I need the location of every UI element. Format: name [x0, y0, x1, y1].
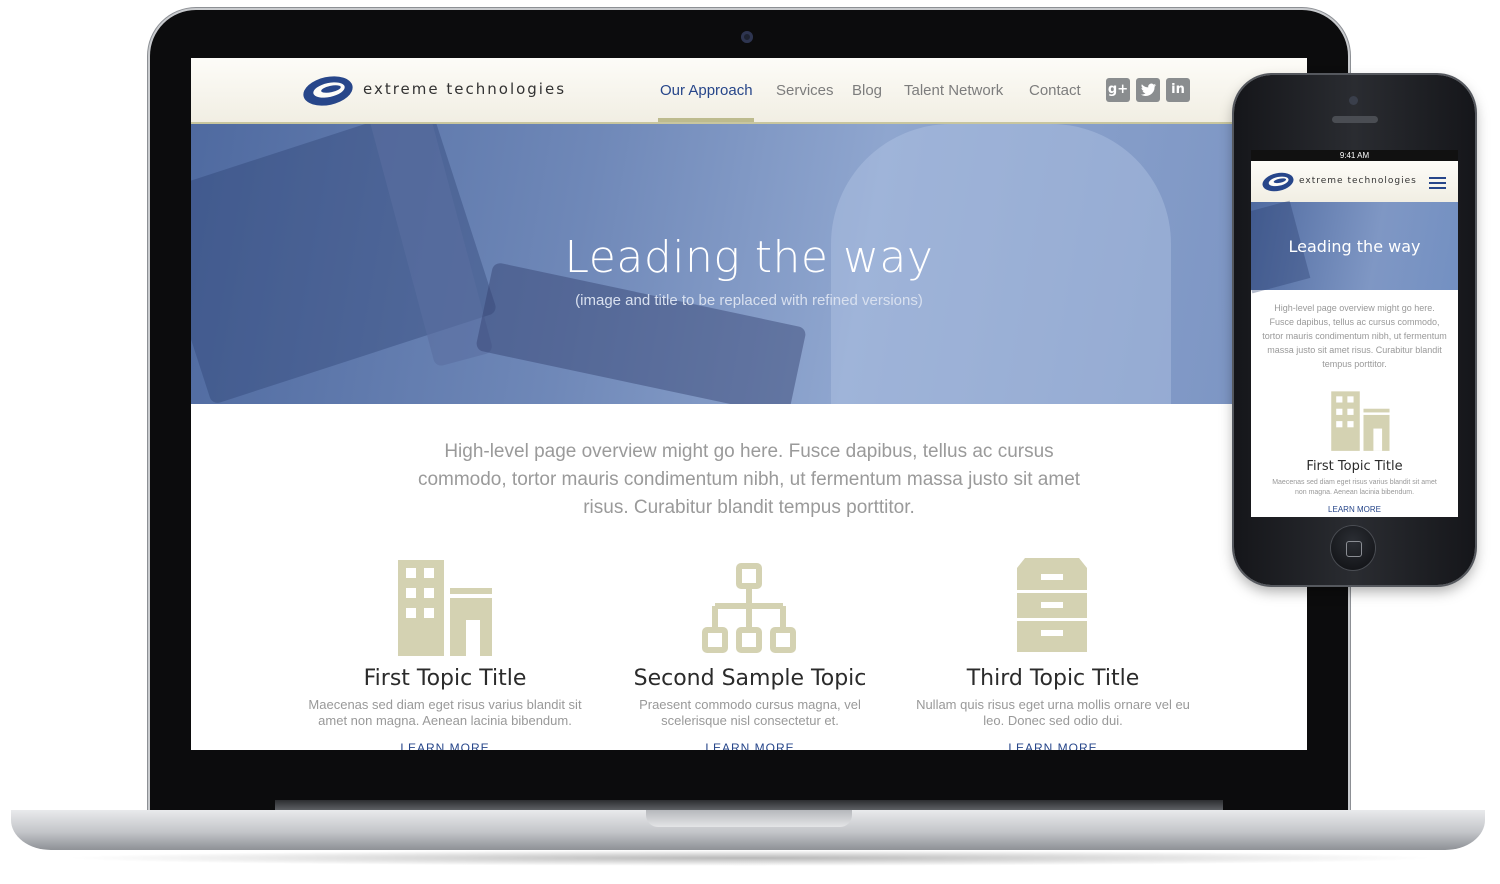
mobile-topic-text: Maecenas sed diam eget risus varius blan…	[1272, 479, 1437, 496]
learn-more-link[interactable]: LEARN MORE	[610, 741, 890, 750]
building-icon	[1331, 391, 1390, 451]
hero-title: Leading the way	[564, 232, 934, 283]
hero-subtitle: (image and title to be replaced with ref…	[575, 292, 923, 309]
learn-more-link[interactable]: LEARN MORE	[913, 741, 1193, 750]
hero-banner: Leading the way (image and title to be r…	[191, 124, 1307, 404]
topic-title: Third Topic Title	[966, 666, 1140, 691]
page-overview: High-level page overview might go here. …	[417, 441, 1081, 518]
mobile-overview: High-level page overview might go here. …	[1262, 303, 1447, 369]
nav-talent-network[interactable]: Talent Network	[904, 82, 1003, 99]
org-chart-icon	[702, 563, 796, 653]
hero-keyboard-shape	[475, 261, 807, 404]
learn-more-link[interactable]: LEARN MORE	[1251, 505, 1458, 514]
laptop-screen: extreme technologies Our Approach Servic…	[191, 58, 1307, 750]
google-plus-icon[interactable]: g+	[1106, 78, 1130, 102]
nav-services[interactable]: Services	[776, 82, 834, 99]
logo-text[interactable]: extreme technologies	[363, 80, 566, 98]
nav-our-approach[interactable]: Our Approach	[660, 82, 753, 99]
topic-card-2: Second Sample Topic Praesent commodo cur…	[610, 666, 890, 750]
topic-text: Praesent commodo cursus magna, vel scele…	[639, 697, 861, 728]
home-square-icon	[1346, 541, 1362, 557]
nav-active-indicator	[658, 118, 754, 122]
mobile-topic-title: First Topic Title	[1306, 459, 1403, 474]
site-header: extreme technologies Our Approach Servic…	[191, 58, 1307, 124]
logo-text[interactable]: extreme technologies	[1299, 176, 1417, 186]
topic-title: First Topic Title	[363, 666, 527, 691]
topic-text: Maecenas sed diam eget risus varius blan…	[308, 697, 582, 728]
mobile-hero: Leading the way	[1251, 200, 1458, 294]
laptop-camera	[741, 31, 753, 43]
twitter-icon[interactable]	[1136, 78, 1160, 102]
linkedin-icon[interactable]: in	[1166, 78, 1190, 102]
hamburger-menu-icon[interactable]	[1429, 177, 1446, 189]
phone-screen: 9:41 AM extreme technologies Leading the…	[1251, 150, 1458, 517]
topic-card-3: Third Topic Title Nullam quis risus eget…	[913, 666, 1193, 750]
phone-camera	[1349, 96, 1358, 105]
file-cabinet-icon	[1017, 558, 1087, 652]
mobile-hero-title: Leading the way	[1288, 237, 1421, 256]
laptop-notch	[646, 810, 852, 827]
nav-contact[interactable]: Contact	[1029, 82, 1081, 99]
status-time: 9:41 AM	[1339, 151, 1370, 160]
laptop-shadow	[60, 850, 1440, 866]
topic-title: Second Sample Topic	[633, 666, 867, 691]
topic-card-1: First Topic Title Maecenas sed diam eget…	[305, 666, 585, 750]
mobile-header: extreme technologies	[1251, 161, 1458, 203]
logo-icon[interactable]	[301, 74, 355, 108]
building-icon	[398, 560, 492, 656]
topic-text: Nullam quis risus eget urna mollis ornar…	[916, 697, 1190, 728]
learn-more-link[interactable]: LEARN MORE	[305, 741, 585, 750]
nav-blog[interactable]: Blog	[852, 82, 882, 99]
status-bar: 9:41 AM	[1251, 150, 1458, 161]
phone-speaker	[1332, 116, 1378, 123]
laptop-hinge	[275, 800, 1223, 810]
logo-icon[interactable]	[1261, 171, 1295, 193]
